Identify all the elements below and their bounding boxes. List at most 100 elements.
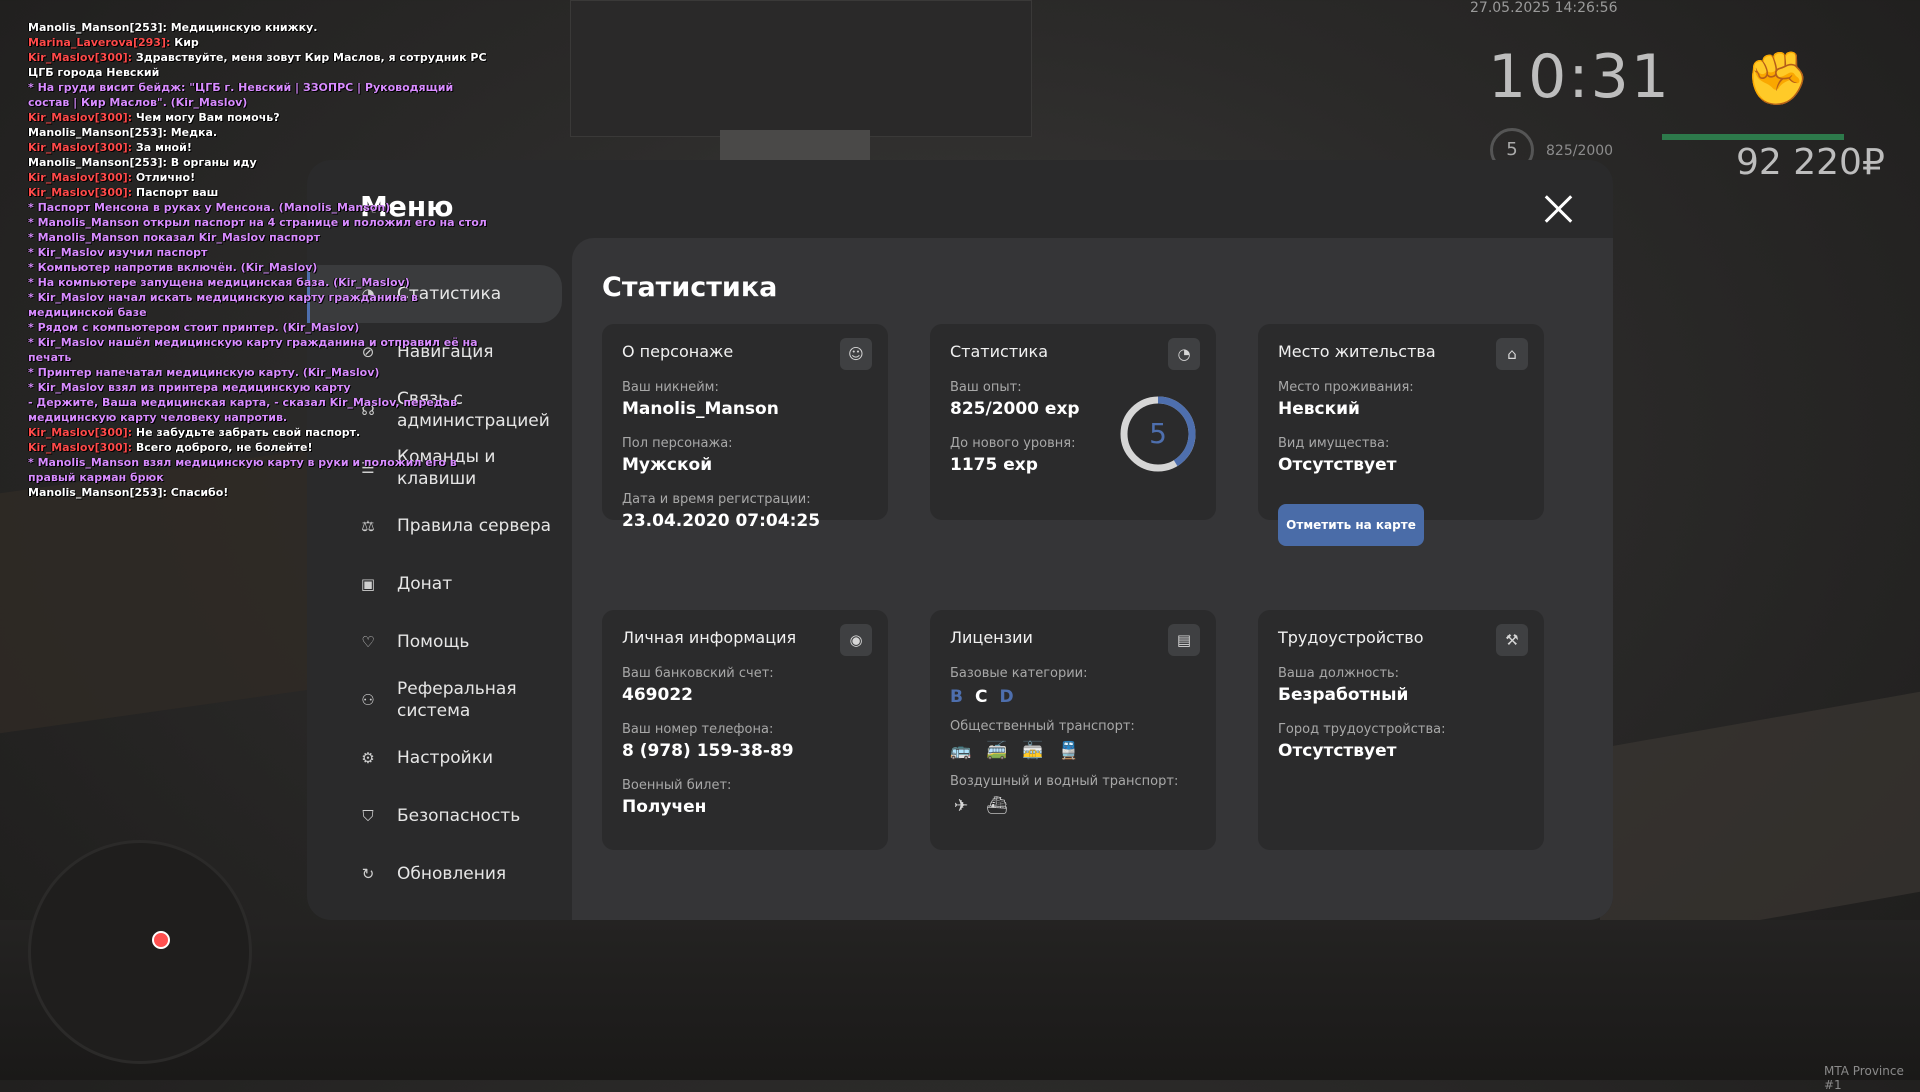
property-value: Отсутствует <box>1278 455 1397 475</box>
phone-value: 8 (978) 159-38-89 <box>622 741 794 761</box>
chat-log: Manolis_Manson[253]: Медицинскую книжку.… <box>28 20 498 500</box>
experience-card: Статистика ◔ Ваш опыт: 825/2000 exp До но… <box>930 324 1216 520</box>
chat-line: * Kir_Maslov начал искать медицинскую ка… <box>28 291 418 319</box>
background-table <box>1600 691 1920 949</box>
chat-message: Не забудьте забрать свой паспорт. <box>132 426 361 439</box>
employment-card: Трудоустройство ⚒ Ваша должность: Безрабо… <box>1258 610 1544 850</box>
sidebar-item[interactable]: ⚇ Реферальная система <box>307 671 562 729</box>
exp-label: Ваш опыт: <box>950 380 1022 395</box>
license-category: B <box>950 687 963 707</box>
bus-icon: 🚌 <box>950 741 972 761</box>
refresh-icon: ↻ <box>361 865 375 883</box>
pie-chart-icon: ◔ <box>1168 338 1200 370</box>
sidebar-item[interactable]: ⛉ Безопасность <box>307 787 562 845</box>
shield-icon: ⛉ <box>362 807 374 825</box>
sidebar-item-label: Реферальная система <box>397 679 517 721</box>
license-categories: BCD <box>950 687 1178 707</box>
chat-message: За мной! <box>132 141 192 154</box>
chat-line: * Компьютер напротив включён. (Kir_Maslo… <box>28 261 318 274</box>
base-categories-label: Базовые категории: <box>950 666 1088 681</box>
next-level-value: 1175 exp <box>950 455 1038 475</box>
background-wall <box>570 0 1032 137</box>
chat-line: Marina_Laverova[293]: Кир <box>28 35 498 50</box>
chat-line: Manolis_Manson[253]: Спасибо! <box>28 486 229 499</box>
sidebar-item-label: Настройки <box>397 748 494 768</box>
wallet-icon: ▣ <box>360 575 376 593</box>
character-card: О персонаже ☺ Ваш никнейм: Manolis_Manson… <box>602 324 888 531</box>
registration-value: 23.04.2020 07:04:25 <box>622 511 821 531</box>
license-category: C <box>974 687 988 707</box>
air-water-transport-icons: ✈ ⛴ <box>950 795 1178 817</box>
chat-line: Manolis_Manson[253]: Медка. <box>28 126 218 139</box>
level-value: 5 <box>1149 417 1167 450</box>
fist-icon: ✊ <box>1745 49 1810 109</box>
sidebar-item-label: Помощь <box>397 632 470 652</box>
chat-author: Kir_Maslov[300]: <box>28 171 133 184</box>
chat-line: Kir_Maslov[300]: За мной! <box>28 140 498 155</box>
chat-line: * Kir_Maslov взял из принтера медицинску… <box>28 381 351 394</box>
military-value: Получен <box>622 797 707 817</box>
chat-line: Manolis_Manson[253]: Медицинскую книжку. <box>28 21 318 34</box>
chat-author: Kir_Maslov[300]: <box>28 111 133 124</box>
chat-line: Manolis_Manson[253]: В органы иду <box>28 156 257 169</box>
hud-health-bar <box>1662 134 1844 140</box>
document-icon: ▤ <box>1168 624 1200 656</box>
chat-author: Kir_Maslov[300]: <box>28 141 133 154</box>
chat-message: Паспорт ваш <box>132 186 219 199</box>
registration-label: Дата и время регистрации: <box>622 492 811 507</box>
air-water-transport-label: Воздушный и водный транспорт: <box>950 774 1179 789</box>
server-name: MTA Province #1 <box>1824 1064 1904 1092</box>
referral-icon: ⚇ <box>361 691 375 709</box>
military-label: Военный билет: <box>622 778 732 793</box>
sidebar-item[interactable]: ▣ Донат <box>307 555 562 613</box>
residence-label: Место проживания: <box>1278 380 1414 395</box>
sidebar-item[interactable]: ↻ Обновления <box>307 845 562 903</box>
chat-author: Kir_Maslov[300]: <box>28 186 133 199</box>
mark-on-map-button[interactable]: Отметить на карте <box>1278 504 1424 546</box>
license-category: D <box>999 687 1014 707</box>
chat-line: Kir_Maslov[300]: Отлично! <box>28 170 498 185</box>
background-floor <box>0 920 1920 1080</box>
chat-line: Kir_Maslov[300]: Не забудьте забрать сво… <box>28 425 498 440</box>
residence-card: Место жительства ⌂ Место проживания: Невс… <box>1258 324 1544 546</box>
user-icon: ☺ <box>840 338 872 370</box>
public-transport-icons: 🚌 🚎 🚋 🚆 <box>950 740 1178 762</box>
chat-line: Kir_Maslov[300]: Здравствуйте, меня зову… <box>28 50 498 80</box>
hud-datetime: 27.05.2025 14:26:56 <box>1470 0 1618 16</box>
sidebar-item[interactable]: ⚖ Правила сервера <box>307 497 562 555</box>
sidebar-item-label: Правила сервера <box>397 516 552 536</box>
sidebar-item[interactable]: ♡ Помощь <box>307 613 562 671</box>
exp-value: 825/2000 exp <box>950 399 1080 419</box>
home-icon: ⌂ <box>1496 338 1528 370</box>
card-title: Трудоустройство <box>1278 628 1424 647</box>
next-level-label: До нового уровня: <box>950 436 1076 451</box>
chat-line: - Держите, Ваша медицинская карта, - ска… <box>28 396 458 424</box>
tram-icon: 🚋 <box>1022 741 1044 761</box>
card-title: О персонаже <box>622 342 734 361</box>
phone-label: Ваш номер телефона: <box>622 722 774 737</box>
hud-exp: 825/2000 <box>1546 143 1614 159</box>
nickname-label: Ваш никнейм: <box>622 380 719 395</box>
chat-line: Kir_Maslov[300]: Чем могу Вам помочь? <box>28 110 498 125</box>
scales-icon: ⚖ <box>361 517 375 535</box>
property-label: Вид имущества: <box>1278 436 1390 451</box>
sidebar-item-label: Безопасность <box>397 806 521 826</box>
hammer-icon: ⚒ <box>1496 624 1528 656</box>
chat-author: Kir_Maslov[300]: <box>28 51 133 64</box>
chat-line: Kir_Maslov[300]: Всего доброго, не болей… <box>28 440 498 455</box>
chat-author: Kir_Maslov[300]: <box>28 441 133 454</box>
minimap <box>28 840 252 1064</box>
personal-info-card: Личная информация ◉ Ваш банковский счет:… <box>602 610 888 850</box>
menu-modal: Меню ◔ Статистика ⊘ Навигация ☊ Связь с админ… <box>307 160 1613 920</box>
sidebar-item[interactable]: ⚙ Настройки <box>307 729 562 787</box>
sidebar-item-label: Донат <box>397 574 453 594</box>
position-value: Безработный <box>1278 685 1409 705</box>
profile-icon: ◉ <box>840 624 872 656</box>
card-title: Личная информация <box>622 628 797 647</box>
chat-message: Кир <box>170 36 199 49</box>
bank-value: 469022 <box>622 685 693 705</box>
help-icon: ♡ <box>361 633 375 651</box>
close-icon[interactable] <box>1543 194 1573 224</box>
hud-money: 92 220₽ <box>1736 142 1885 183</box>
job-city-label: Город трудоустройства: <box>1278 722 1446 737</box>
